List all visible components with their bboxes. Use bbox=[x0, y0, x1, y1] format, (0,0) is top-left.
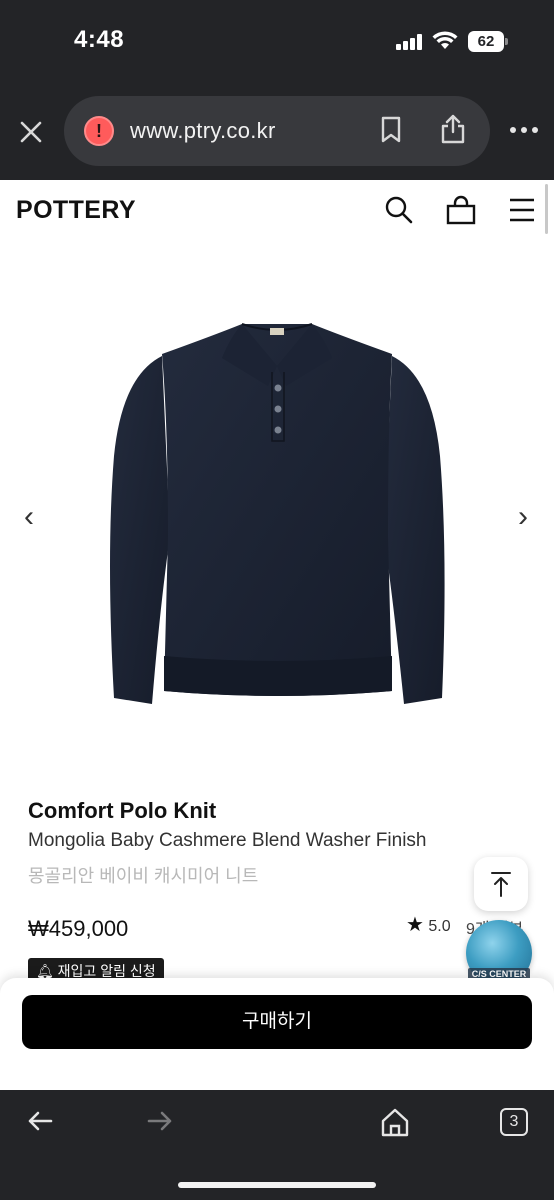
battery-level: 62 bbox=[468, 31, 504, 52]
browser-toolbar: 3 bbox=[0, 1090, 554, 1200]
product-image[interactable] bbox=[92, 306, 462, 726]
forward-icon[interactable] bbox=[146, 1107, 174, 1135]
restock-label: 재입고 알림 신청 bbox=[57, 963, 156, 979]
warning-icon[interactable]: ! bbox=[84, 116, 114, 146]
tabs-button[interactable]: 3 bbox=[500, 1108, 528, 1136]
bookmark-icon[interactable] bbox=[380, 116, 402, 144]
arrow-up-icon bbox=[491, 872, 511, 897]
scroll-to-top-button[interactable] bbox=[474, 857, 528, 911]
buy-button[interactable]: 구매하기 bbox=[22, 995, 532, 1049]
product-subtitle: Mongolia Baby Cashmere Blend Washer Fini… bbox=[28, 830, 427, 851]
bag-icon[interactable] bbox=[446, 194, 476, 226]
status-bar: 4:48 62 bbox=[0, 0, 554, 82]
home-indicator bbox=[178, 1182, 376, 1188]
web-page: POTTERY ‹ › Comfort Polo Knit Mongolia B… bbox=[0, 180, 554, 1090]
page-scrollbar[interactable] bbox=[545, 184, 548, 234]
signal-icon bbox=[396, 34, 424, 50]
home-icon[interactable] bbox=[380, 1107, 410, 1137]
product-name: Comfort Polo Knit bbox=[28, 798, 217, 823]
back-icon[interactable] bbox=[26, 1107, 54, 1135]
close-icon[interactable] bbox=[18, 119, 44, 145]
wifi-icon bbox=[432, 31, 458, 49]
purchase-bar: 구매하기 bbox=[0, 978, 554, 1090]
rating-value: 5.0 bbox=[428, 918, 451, 935]
share-icon[interactable] bbox=[440, 113, 466, 145]
product-price: ₩459,000 bbox=[28, 916, 129, 941]
cs-center-button[interactable]: C/S CENTER bbox=[466, 920, 532, 986]
menu-icon[interactable] bbox=[508, 194, 536, 226]
carousel-prev-arrow[interactable]: ‹ bbox=[24, 502, 34, 532]
site-logo[interactable]: POTTERY bbox=[16, 196, 136, 225]
status-time: 4:48 bbox=[74, 26, 125, 53]
product-korean-name: 몽골리안 베이비 캐시미어 니트 bbox=[28, 866, 259, 886]
url-field[interactable]: ! www.ptry.co.kr bbox=[64, 96, 490, 166]
more-icon[interactable] bbox=[510, 127, 538, 135]
carousel-next-arrow[interactable]: › bbox=[518, 502, 528, 532]
browser-address-bar: ! www.ptry.co.kr bbox=[0, 82, 554, 180]
bell-icon: 🔔︎ bbox=[36, 963, 54, 979]
battery-icon: 62 bbox=[468, 31, 508, 52]
product-rating[interactable]: ★ 5.0 bbox=[406, 912, 451, 937]
search-icon[interactable] bbox=[384, 194, 414, 226]
star-icon: ★ bbox=[406, 914, 424, 936]
url-text[interactable]: www.ptry.co.kr bbox=[130, 118, 276, 144]
